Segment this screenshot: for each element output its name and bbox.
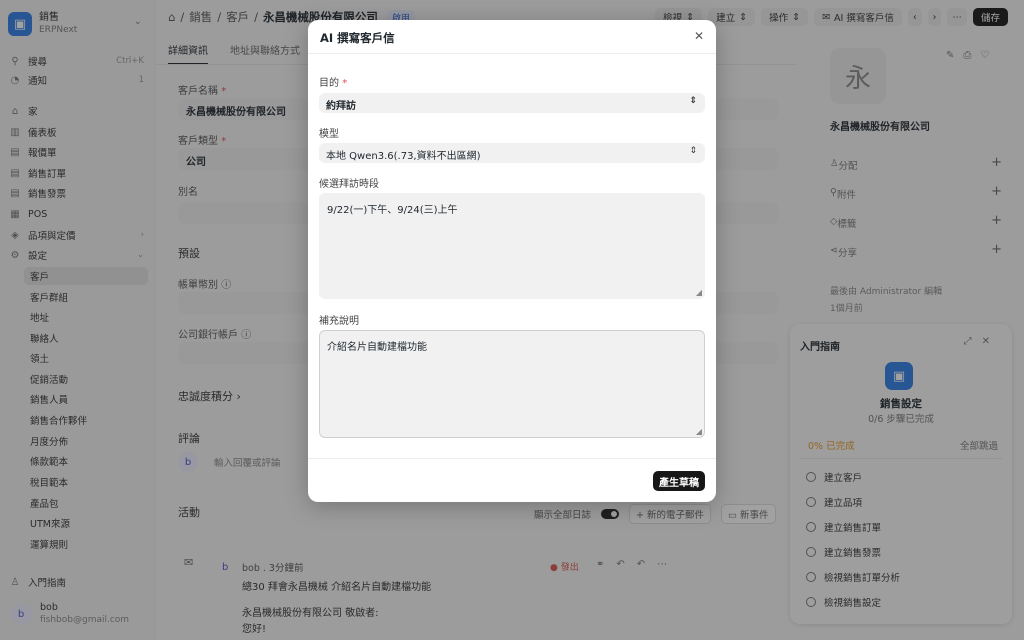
updown-icon: ⇕ [689,96,697,106]
updown-icon: ⇕ [689,146,697,156]
notes-textarea[interactable]: 介紹名片自動建檔功能 ◢ [319,330,705,438]
slots-label: 候選拜訪時段 [319,179,379,190]
dialog-footer-divider [308,458,716,459]
notes-label: 補充說明 [319,316,359,327]
dialog-title: AI 撰寫客戶信 [320,31,395,45]
model-select[interactable]: 本地 Qwen3.6(.73,資料不出區網) ⇕ [319,143,705,163]
purpose-label: 目的 * [319,78,348,89]
slots-textarea[interactable]: 9/22(一)下午、9/24(三)上午 ◢ [319,193,705,299]
ai-compose-dialog: AI 撰寫客戶信 ✕ 目的 * 約拜訪 ⇕ 模型 本地 Qwen3.6(.73,… [308,20,716,502]
resize-grip-icon[interactable]: ◢ [696,427,702,436]
resize-grip-icon[interactable]: ◢ [696,288,702,297]
dialog-header: AI 撰寫客戶信 ✕ [308,20,716,54]
generate-draft-button[interactable]: 產生草稿 [653,471,705,491]
model-label: 模型 [319,129,339,140]
close-icon[interactable]: ✕ [694,29,704,43]
purpose-select[interactable]: 約拜訪 ⇕ [319,93,705,113]
